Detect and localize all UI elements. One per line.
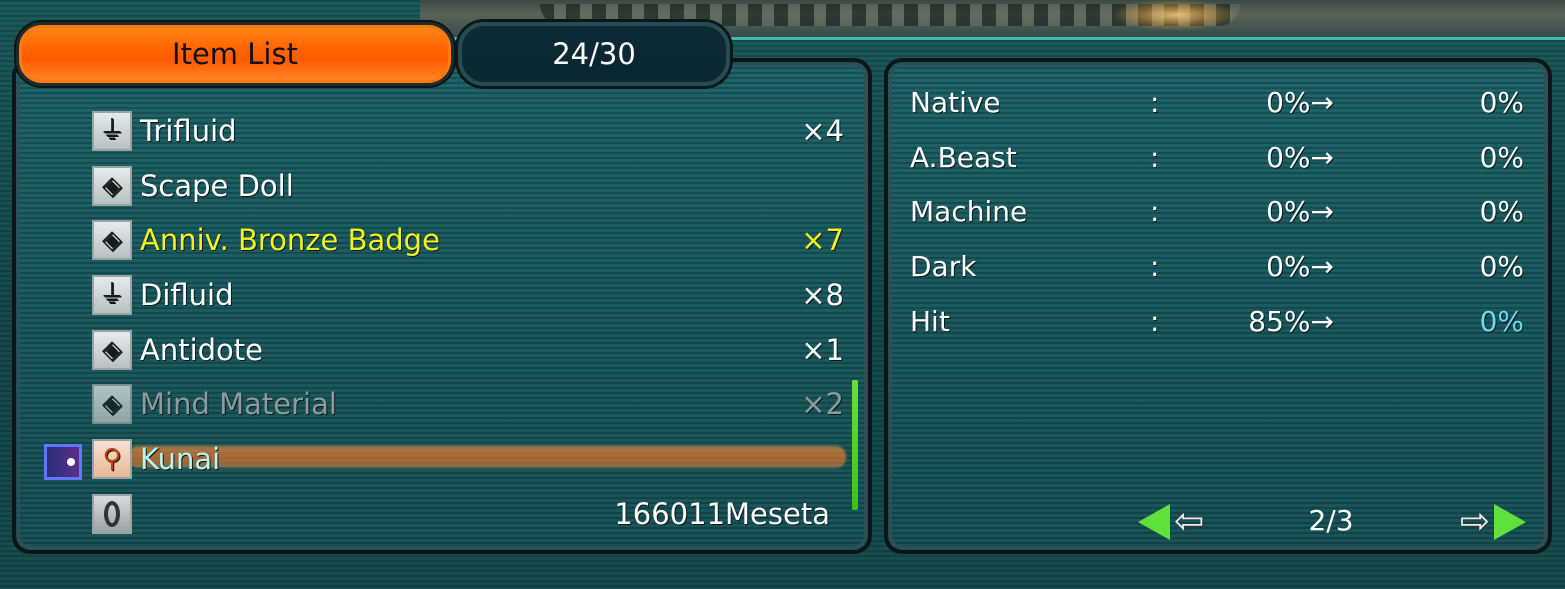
stat-label: A.Beast bbox=[910, 141, 1017, 174]
meseta-amount: 166011Meseta bbox=[614, 497, 830, 531]
stat-label: Dark bbox=[910, 250, 977, 283]
item-quantity: ×2 bbox=[801, 387, 844, 421]
item-name: Anniv. Bronze Badge bbox=[140, 223, 440, 257]
list-item-antidote[interactable]: ◈ Antidote ×1 bbox=[92, 326, 852, 374]
stat-new: 0% bbox=[1479, 86, 1524, 119]
stat-colon: : bbox=[1150, 195, 1160, 228]
stat-colon: : bbox=[1150, 250, 1160, 283]
page-indicator: 2/3 bbox=[1308, 504, 1354, 537]
left-arrow-icon[interactable]: ⇦ bbox=[1174, 504, 1204, 540]
diamond-icon: ◈ bbox=[92, 384, 132, 424]
item-name: Antidote bbox=[140, 333, 264, 367]
stat-current: 0%→ bbox=[1266, 195, 1334, 228]
right-arrow-icon[interactable]: ⇨ bbox=[1460, 504, 1490, 540]
list-item-trifluid[interactable]: ⏚ Trifluid ×4 bbox=[92, 107, 852, 155]
item-name: Difluid bbox=[140, 278, 234, 312]
stat-row-machine: Machine : 0%→ 0% bbox=[910, 195, 1530, 235]
item-quantity: ×8 bbox=[801, 278, 844, 312]
scenery-light bbox=[1115, 0, 1235, 30]
inventory-count-label: 24/30 bbox=[552, 37, 636, 71]
diamond-icon: ◈ bbox=[92, 220, 132, 260]
tab-item-list-label: Item List bbox=[172, 37, 298, 71]
diamond-icon: ◈ bbox=[92, 166, 132, 206]
weapon-icon: ⚲ bbox=[92, 439, 132, 479]
stat-colon: : bbox=[1150, 141, 1160, 174]
diamond-icon: ◈ bbox=[92, 330, 132, 370]
item-name: Kunai bbox=[140, 442, 221, 476]
list-item-difluid[interactable]: ⏚ Difluid ×8 bbox=[92, 271, 852, 319]
stat-label: Machine bbox=[910, 195, 1028, 228]
item-name: Mind Material bbox=[140, 387, 337, 421]
stat-row-dark: Dark : 0%→ 0% bbox=[910, 250, 1530, 290]
stat-current: 85%→ bbox=[1248, 305, 1334, 338]
tab-item-list[interactable]: Item List bbox=[16, 22, 454, 86]
item-name: Trifluid bbox=[140, 114, 237, 148]
fluid-icon: ⏚ bbox=[92, 111, 132, 151]
stat-new: 0% bbox=[1479, 195, 1524, 228]
stat-row-native: Native : 0%→ 0% bbox=[910, 86, 1530, 126]
prev-page-arrow-icon[interactable] bbox=[1138, 504, 1170, 540]
item-name: Scape Doll bbox=[140, 169, 294, 203]
stat-current: 0%→ bbox=[1266, 141, 1334, 174]
item-quantity: ×1 bbox=[801, 333, 844, 367]
fluid-icon: ⏚ bbox=[92, 275, 132, 315]
stat-colon: : bbox=[1150, 86, 1160, 119]
stat-new: 0% bbox=[1479, 305, 1524, 338]
stat-new: 0% bbox=[1479, 250, 1524, 283]
page-navigator: ⇦ 2/3 ⇨ bbox=[1136, 500, 1530, 544]
stat-label: Native bbox=[910, 86, 1001, 119]
item-quantity: ×4 bbox=[801, 114, 844, 148]
stat-current: 0%→ bbox=[1266, 86, 1334, 119]
list-item-scape-doll[interactable]: ◈ Scape Doll bbox=[92, 162, 852, 210]
stat-label: Hit bbox=[910, 305, 950, 338]
stat-colon: : bbox=[1150, 305, 1160, 338]
stat-row-a-beast: A.Beast : 0%→ 0% bbox=[910, 141, 1530, 181]
inventory-count-tab: 24/30 bbox=[458, 22, 730, 86]
stat-row-hit: Hit : 85%→ 0% bbox=[910, 305, 1530, 345]
meseta-icon bbox=[92, 494, 132, 534]
stat-new: 0% bbox=[1479, 141, 1524, 174]
stat-current: 0%→ bbox=[1266, 250, 1334, 283]
selection-cursor bbox=[44, 444, 82, 480]
list-item-kunai[interactable]: ⚲ Kunai bbox=[92, 435, 852, 483]
list-item-mind-material[interactable]: ◈ Mind Material ×2 bbox=[92, 380, 852, 428]
item-quantity: ×7 bbox=[801, 223, 844, 257]
next-page-arrow-icon[interactable] bbox=[1494, 504, 1526, 540]
list-item-anniv-bronze-badge[interactable]: ◈ Anniv. Bronze Badge ×7 bbox=[92, 216, 852, 264]
meseta-row: 166011Meseta bbox=[92, 490, 852, 538]
list-scrollbar[interactable] bbox=[852, 380, 858, 510]
